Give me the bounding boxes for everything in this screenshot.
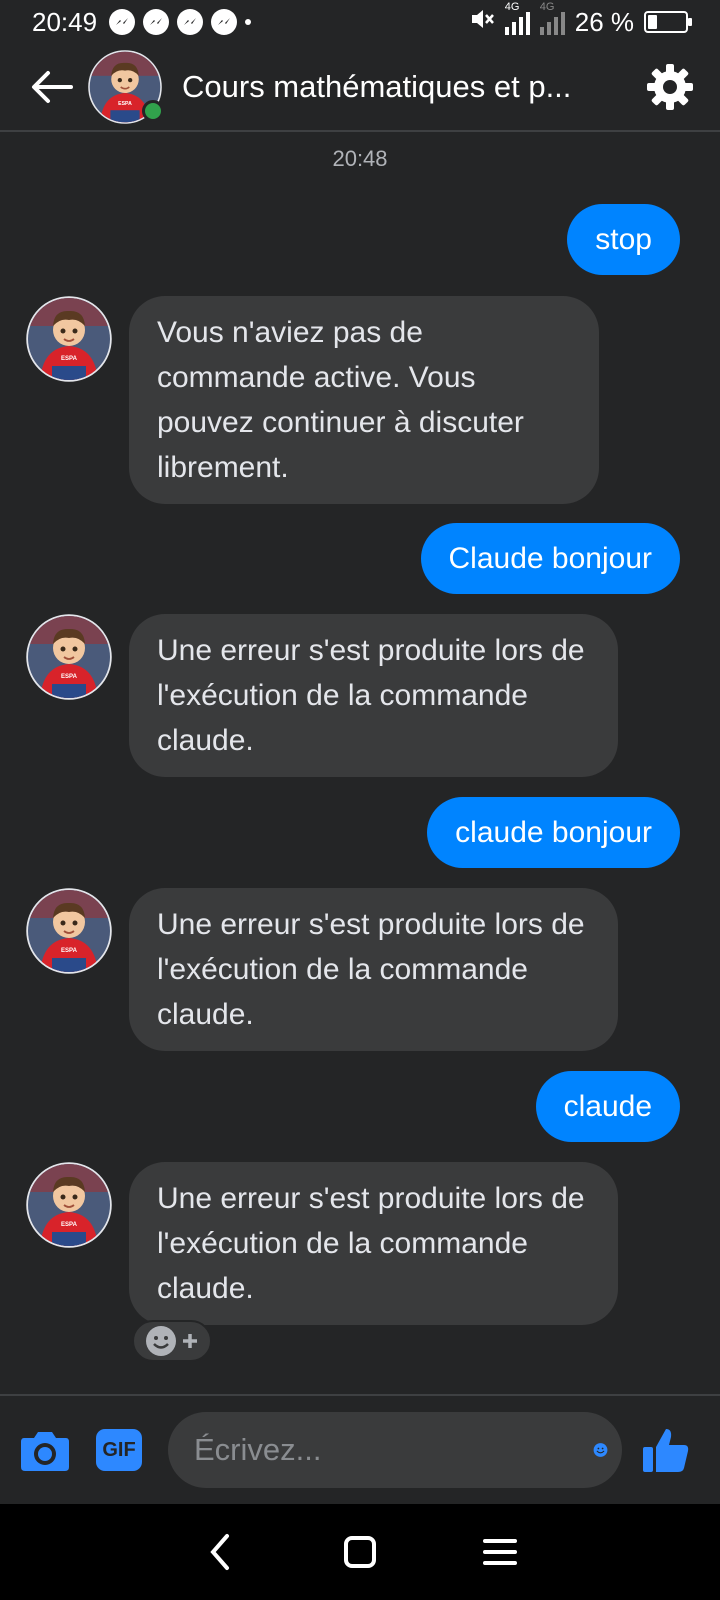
camera-icon <box>21 1432 69 1471</box>
thumbs-up-icon <box>643 1429 689 1472</box>
outgoing-message[interactable]: stop <box>567 204 680 275</box>
message-timestamp: 20:48 <box>332 146 388 171</box>
outgoing-message[interactable]: claude <box>535 1071 680 1142</box>
square-icon <box>344 1536 376 1568</box>
emoji-icon[interactable] <box>593 1425 608 1475</box>
messenger-notification-icon <box>177 9 204 35</box>
avatar-image: ESPA <box>26 1162 112 1248</box>
smiley-icon <box>146 1326 176 1356</box>
more-notifications-dot-icon <box>245 19 252 25</box>
incoming-message[interactable]: Une erreur s'est produite lors de l'exéc… <box>129 1162 618 1325</box>
messenger-notification-icon <box>143 9 170 35</box>
mute-icon <box>469 6 495 39</box>
messenger-notification-icon <box>109 9 136 35</box>
network-type-label: 4G <box>504 1 520 13</box>
plus-icon <box>183 1334 197 1348</box>
signal-icon-1: 4G <box>504 1 530 35</box>
chevron-left-icon <box>210 1534 229 1570</box>
status-time: 20:49 <box>32 6 98 37</box>
message-input-container <box>168 1412 622 1488</box>
incoming-message[interactable]: Vous n'aviez pas de commande active. Vou… <box>129 296 599 504</box>
sender-avatar[interactable]: ESPA <box>26 888 112 974</box>
svg-text:ESPA: ESPA <box>61 674 78 680</box>
svg-text:ESPA: ESPA <box>118 101 132 107</box>
sender-avatar[interactable]: ESPA <box>26 296 112 382</box>
add-reaction-button[interactable] <box>132 1320 212 1362</box>
signal-icon-2: 4G <box>539 1 565 35</box>
incoming-message[interactable]: Une erreur s'est produite lors de l'exéc… <box>129 888 618 1051</box>
like-button[interactable] <box>638 1422 694 1478</box>
back-button[interactable] <box>28 63 76 111</box>
outgoing-message[interactable]: Claude bonjour <box>420 523 680 594</box>
avatar-image: ESPA <box>26 614 112 700</box>
status-bar: 20:49 4G 4G 26 % <box>0 0 720 44</box>
conversation-header: ESPA Cours mathématiques et p... <box>0 44 720 132</box>
system-navigation-bar <box>0 1504 720 1600</box>
camera-button[interactable] <box>18 1423 72 1477</box>
gif-button[interactable]: GIF <box>96 1429 142 1471</box>
battery-percent: 26 % <box>574 6 634 37</box>
gear-icon <box>647 64 693 110</box>
outgoing-message[interactable]: claude bonjour <box>427 797 680 868</box>
nav-home-button[interactable] <box>330 1522 390 1582</box>
svg-text:ESPA: ESPA <box>61 948 78 954</box>
sender-avatar[interactable]: ESPA <box>26 1162 112 1248</box>
menu-icon <box>483 1539 517 1565</box>
incoming-message[interactable]: Une erreur s'est produite lors de l'exéc… <box>129 614 618 777</box>
online-status-indicator <box>142 100 164 122</box>
nav-back-button[interactable] <box>190 1522 250 1582</box>
status-right: 4G 4G 26 % <box>469 1 692 39</box>
message-list[interactable]: 20:48 stop ESPA Vous n'aviez pas de comm… <box>0 134 720 1394</box>
avatar-image: ESPA <box>26 888 112 974</box>
arrow-left-icon <box>32 71 73 103</box>
conversation-title[interactable]: Cours mathématiques et p... <box>182 69 612 105</box>
message-input[interactable] <box>194 1432 593 1468</box>
header-avatar[interactable]: ESPA <box>88 50 164 124</box>
avatar-image: ESPA <box>26 296 112 382</box>
network-type-label: 4G <box>539 1 555 13</box>
settings-button[interactable] <box>644 61 696 113</box>
messenger-notification-icon <box>211 9 238 35</box>
battery-icon <box>644 11 692 33</box>
nav-menu-button[interactable] <box>470 1522 530 1582</box>
message-composer: GIF <box>0 1394 720 1504</box>
svg-text:ESPA: ESPA <box>61 356 78 362</box>
notification-icons <box>109 9 252 35</box>
sender-avatar[interactable]: ESPA <box>26 614 112 700</box>
svg-text:ESPA: ESPA <box>61 1222 78 1228</box>
